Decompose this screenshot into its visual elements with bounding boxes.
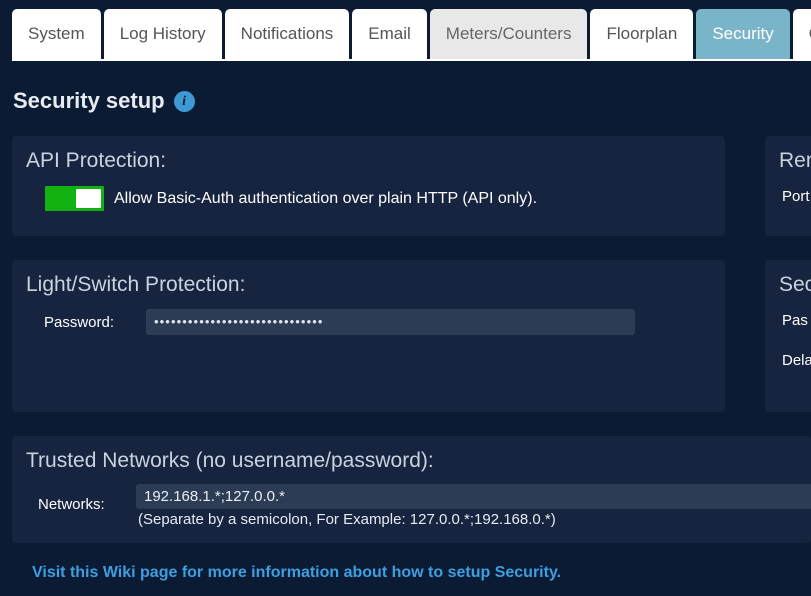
tab-other[interactable]: Ot <box>792 9 811 61</box>
remote-port-label: Port <box>782 188 810 205</box>
light-switch-password-row: Password: •••••••••••••••••••••••••••••• <box>44 309 635 335</box>
panel-secure-clipped: Sec Pas Dela <box>765 260 811 412</box>
tab-system[interactable]: System <box>12 9 101 61</box>
tab-bar: System Log History Notifications Email M… <box>0 0 811 61</box>
toggle-knob <box>76 189 101 208</box>
panel-light-switch-protection: Light/Switch Protection: Password: •••••… <box>12 260 725 412</box>
light-switch-password-label: Password: <box>44 313 115 331</box>
wiki-help-link[interactable]: Visit this Wiki page for more informatio… <box>32 564 561 582</box>
light-switch-password-input[interactable]: •••••••••••••••••••••••••••••• <box>146 309 635 335</box>
networks-input[interactable]: 192.168.1.*;127.0.0.* <box>136 484 811 509</box>
secure-password-label: Pas <box>782 312 808 329</box>
page-heading: Security setup i <box>13 85 195 117</box>
panel-title-remote: Rem <box>779 149 811 172</box>
networks-label: Networks: <box>38 496 105 513</box>
panel-title-light-switch-protection: Light/Switch Protection: <box>26 273 246 296</box>
page-title: Security setup <box>13 88 165 113</box>
tab-email[interactable]: Email <box>352 9 427 61</box>
api-basic-auth-row: Allow Basic-Auth authentication over pla… <box>45 186 537 211</box>
panel-remote-clipped: Rem Port <box>765 136 811 236</box>
tab-meters-counters[interactable]: Meters/Counters <box>429 9 588 61</box>
secure-delay-label: Dela <box>782 352 811 369</box>
info-icon[interactable]: i <box>173 90 195 112</box>
basic-auth-toggle-label: Allow Basic-Auth authentication over pla… <box>114 189 538 207</box>
tab-security[interactable]: Security <box>696 9 790 61</box>
tab-notifications[interactable]: Notifications <box>224 9 350 61</box>
tab-log-history[interactable]: Log History <box>103 9 222 61</box>
networks-hint-text: (Separate by a semicolon, For Example: 1… <box>138 511 556 528</box>
panel-title-api-protection: API Protection: <box>26 149 167 172</box>
panel-title-trusted-networks: Trusted Networks (no username/password): <box>26 449 434 472</box>
tab-bar-underline <box>12 59 811 61</box>
panel-api-protection: API Protection: Allow Basic-Auth authent… <box>12 136 725 236</box>
panel-title-secure: Sec <box>779 273 811 296</box>
tab-strip: System Log History Notifications Email M… <box>12 9 811 61</box>
basic-auth-toggle[interactable] <box>45 186 104 211</box>
tab-floorplan[interactable]: Floorplan <box>590 9 694 61</box>
